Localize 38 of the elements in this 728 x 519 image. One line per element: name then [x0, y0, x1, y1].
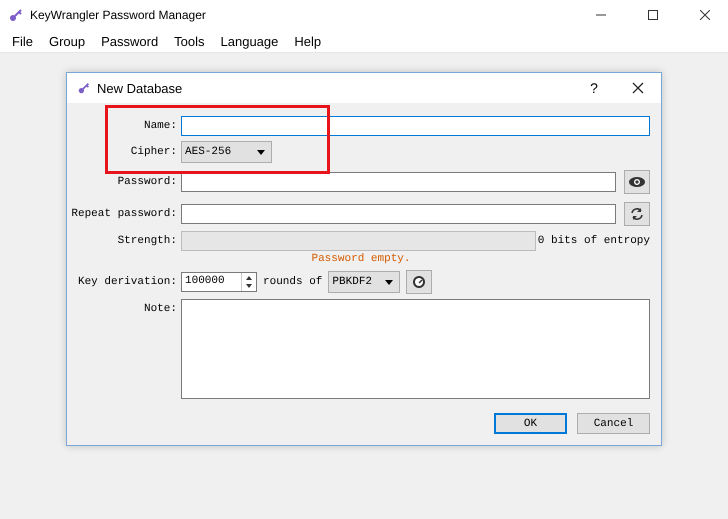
field-label: Repeat password: — [70, 208, 177, 220]
name-field[interactable] — [181, 116, 650, 136]
menu-item[interactable]: Help — [286, 34, 330, 48]
close-icon[interactable] — [700, 10, 710, 20]
strength-message: Password empty. — [310, 253, 412, 265]
window-title: KeyWrangler Password Manager — [30, 8, 207, 22]
field-label: Note: — [142, 302, 177, 315]
field-label: Cipher: — [130, 146, 177, 158]
field-label: Key derivation: — [76, 276, 177, 288]
note-field[interactable] — [181, 299, 650, 399]
maximize-icon[interactable] — [648, 10, 658, 20]
app-logo-icon — [77, 81, 91, 95]
menu-item[interactable]: Language — [212, 34, 286, 48]
ok-button[interactable]: OK — [494, 413, 567, 434]
refresh-icon[interactable] — [624, 202, 650, 226]
rounds-label: rounds of — [263, 276, 322, 288]
repeat-password-field[interactable] — [181, 204, 616, 224]
menu-item[interactable]: Tools — [166, 34, 213, 48]
cancel-button[interactable]: Cancel — [577, 413, 650, 434]
field-label: Strength: — [116, 235, 177, 247]
menu-item[interactable]: Password — [93, 34, 166, 48]
dialog-title: New Database — [97, 80, 184, 96]
cipher-dropdown[interactable]: AES-256 — [181, 141, 272, 163]
field-label: Password: — [116, 176, 177, 188]
close-icon[interactable] — [632, 82, 644, 94]
app-logo-icon — [8, 7, 24, 23]
caret-icon — [257, 150, 265, 154]
entropy-reading: 0 bits of entropy — [538, 235, 650, 247]
menu-item[interactable]: File — [4, 34, 41, 48]
gauge-icon[interactable] — [406, 270, 432, 294]
password-field[interactable] — [181, 172, 616, 192]
field-label: Name: — [142, 120, 177, 132]
rounds-spinbox[interactable]: 100000 — [181, 272, 257, 292]
help-button[interactable]: ? — [579, 80, 609, 96]
algorithm-dropdown[interactable]: PBKDF2 — [328, 271, 400, 293]
eye-icon[interactable] — [624, 170, 650, 194]
caret-icon — [385, 280, 394, 284]
menu-item[interactable]: Group — [40, 34, 94, 48]
